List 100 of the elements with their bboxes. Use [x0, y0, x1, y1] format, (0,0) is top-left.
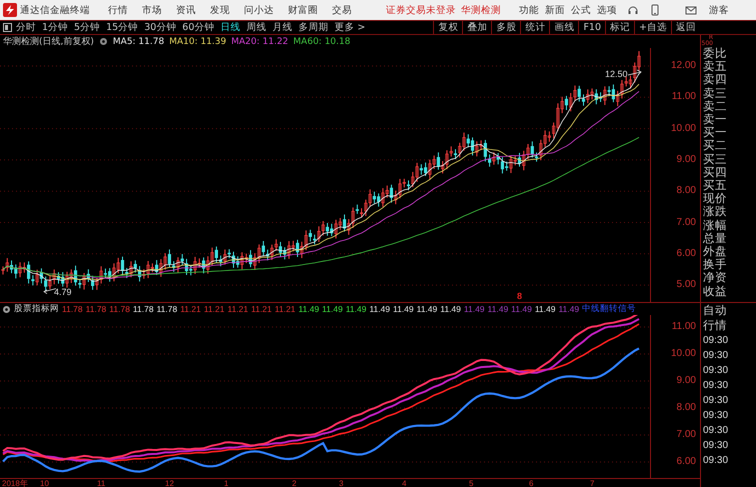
menu-item[interactable]: 交易 — [332, 4, 352, 16]
time-axis-label: 3 — [339, 479, 344, 487]
sidebar-tab[interactable]: 自动 — [701, 302, 756, 318]
price-axis-label: 8.00 — [676, 186, 696, 196]
period-tab[interactable]: 分时 — [16, 21, 36, 34]
price-axis-label: 5.00 — [676, 280, 696, 290]
indicator-value: 11.78 — [62, 304, 83, 314]
app-title: 通达信金融终端 — [20, 4, 90, 16]
period-tab[interactable]: 60分钟 — [182, 21, 214, 34]
user-label[interactable]: 游客 — [709, 4, 729, 16]
quote-field-label: 卖一 — [702, 113, 728, 126]
indicator-axis-label: 7.00 — [676, 430, 696, 440]
moving-average-label: MA5: 11.78 — [112, 36, 164, 46]
time-axis-label: 4 — [402, 479, 406, 487]
indicator-value: 11.21 — [274, 304, 296, 314]
moving-average-label: MA60: 10.18 — [293, 36, 350, 46]
toolbar-button[interactable]: F10 — [578, 21, 606, 34]
price-axis-label: 6.00 — [676, 248, 696, 259]
indicator-value: 11.78 — [156, 304, 178, 314]
indicator-value: 11.78 — [132, 304, 154, 314]
period-tab[interactable]: 日线 — [220, 21, 240, 34]
menu-item[interactable]: 选项 — [597, 4, 617, 16]
phone-icon[interactable] — [649, 4, 661, 16]
quote-field-label: 外盘 — [702, 245, 728, 258]
menu-item[interactable]: 市场 — [142, 4, 162, 16]
quote-field-label: 卖四 — [702, 73, 728, 87]
toolbar-button[interactable]: 复权 — [433, 21, 462, 34]
toolbar-button[interactable]: 画线 — [549, 21, 578, 34]
message-icon[interactable] — [685, 4, 697, 16]
toolbar-button[interactable]: 返回 — [671, 21, 700, 34]
quote-field-label: 卖五 — [702, 60, 728, 74]
indicator-menu-icon[interactable] — [2, 304, 11, 314]
indicator-axis-label: 8.00 — [676, 403, 696, 413]
quote-field-label: 现价 — [702, 192, 728, 206]
indicator-value: 11.78 — [109, 304, 130, 314]
period-tab[interactable]: 月线 — [272, 21, 292, 34]
quote-field-label: 卖二 — [702, 100, 728, 114]
quote-field-label: 买五 — [702, 179, 728, 192]
indicator-value: 11.21 — [251, 304, 272, 314]
period-tab[interactable]: 多周期 — [298, 21, 328, 34]
indicator-axis-label: 10.00 — [670, 349, 696, 359]
panel-toggle-icon[interactable] — [3, 23, 12, 32]
quote-field-label: 总量 — [702, 232, 728, 246]
period-tab[interactable]: 30分钟 — [144, 21, 176, 34]
stock-name: 华测检测 — [461, 4, 501, 16]
period-tab[interactable]: 更多 > — [334, 21, 366, 34]
chart-title: 华测检测(日线,前复权) — [3, 36, 94, 48]
toolbar-button[interactable]: +自选 — [634, 21, 671, 34]
indicator-value: 11.78 — [86, 304, 106, 314]
low-price-label: 4.79 — [54, 286, 72, 297]
menu-item[interactable]: 新面 — [545, 4, 565, 16]
indicator-axis-label: 11.00 — [672, 322, 696, 332]
quote-field-label: 卖三 — [702, 86, 728, 100]
period-tab[interactable]: 1分钟 — [42, 21, 68, 34]
price-axis-label: 7.00 — [676, 218, 696, 228]
quote-field-label: 委比 — [702, 47, 728, 60]
sidebar-tab[interactable]: 行情 — [701, 318, 756, 333]
tick-time: 09:30 — [702, 438, 730, 453]
menu-item[interactable]: 资讯 — [176, 4, 196, 16]
time-axis-label: 6 — [529, 479, 534, 487]
time-axis-label: 2 — [292, 479, 296, 487]
menu-item[interactable]: 财富圈 — [288, 4, 318, 16]
indicator-axis-label: 9.00 — [676, 376, 696, 386]
menu-item[interactable]: 公式 — [571, 4, 591, 16]
tick-time: 09:30 — [702, 424, 730, 438]
tick-time: 09:30 — [702, 348, 730, 363]
login-status[interactable]: 证券交易未登录 — [386, 4, 456, 16]
menu-item[interactable]: 行情 — [108, 4, 128, 16]
tick-time: 09:30 — [702, 408, 730, 423]
headset-icon[interactable] — [627, 4, 639, 16]
time-axis-label: 12 — [165, 479, 174, 487]
indicator-value: 11.21 — [180, 304, 201, 314]
menu-item[interactable]: 功能 — [519, 4, 539, 16]
moving-average-label: MA10: 11.39 — [169, 36, 226, 46]
quote-field-label: 买四 — [702, 166, 728, 180]
price-axis-label: 10.00 — [670, 124, 696, 134]
toolbar-button[interactable]: 统计 — [520, 21, 550, 34]
period-tab[interactable]: 5分钟 — [74, 21, 100, 34]
menu-item[interactable]: 问小达 — [244, 4, 274, 16]
indicator-value: 11.49 — [298, 304, 320, 314]
indicator-value: 11.49 — [369, 304, 390, 314]
indicator-axis-label: 6.00 — [676, 457, 696, 467]
menu-item[interactable]: 发现 — [210, 4, 230, 16]
quote-field-label: 涨跌 — [702, 205, 728, 219]
time-axis-label: 1 — [224, 479, 228, 487]
toolbar-button[interactable]: 叠加 — [462, 21, 492, 34]
arrow-icon — [628, 70, 642, 76]
high-price-label: 12.50 — [605, 69, 628, 79]
quote-field-label: 涨幅 — [702, 218, 728, 232]
indicator-value: 11.49 — [558, 304, 580, 314]
indicator-name[interactable]: 股票指标网 — [14, 303, 59, 315]
toolbar-button[interactable]: 标记 — [605, 21, 634, 34]
period-tab[interactable]: 周线 — [246, 21, 266, 34]
indicator-value: 11.49 — [488, 304, 508, 314]
toolbar-button[interactable]: 多股 — [491, 21, 520, 34]
quote-field-label: 买三 — [702, 152, 728, 166]
time-axis-label: 11 — [97, 479, 106, 487]
quote-field-label: 净资 — [702, 271, 728, 285]
quote-field-label: 买二 — [702, 139, 728, 153]
period-tab[interactable]: 15分钟 — [106, 21, 138, 34]
